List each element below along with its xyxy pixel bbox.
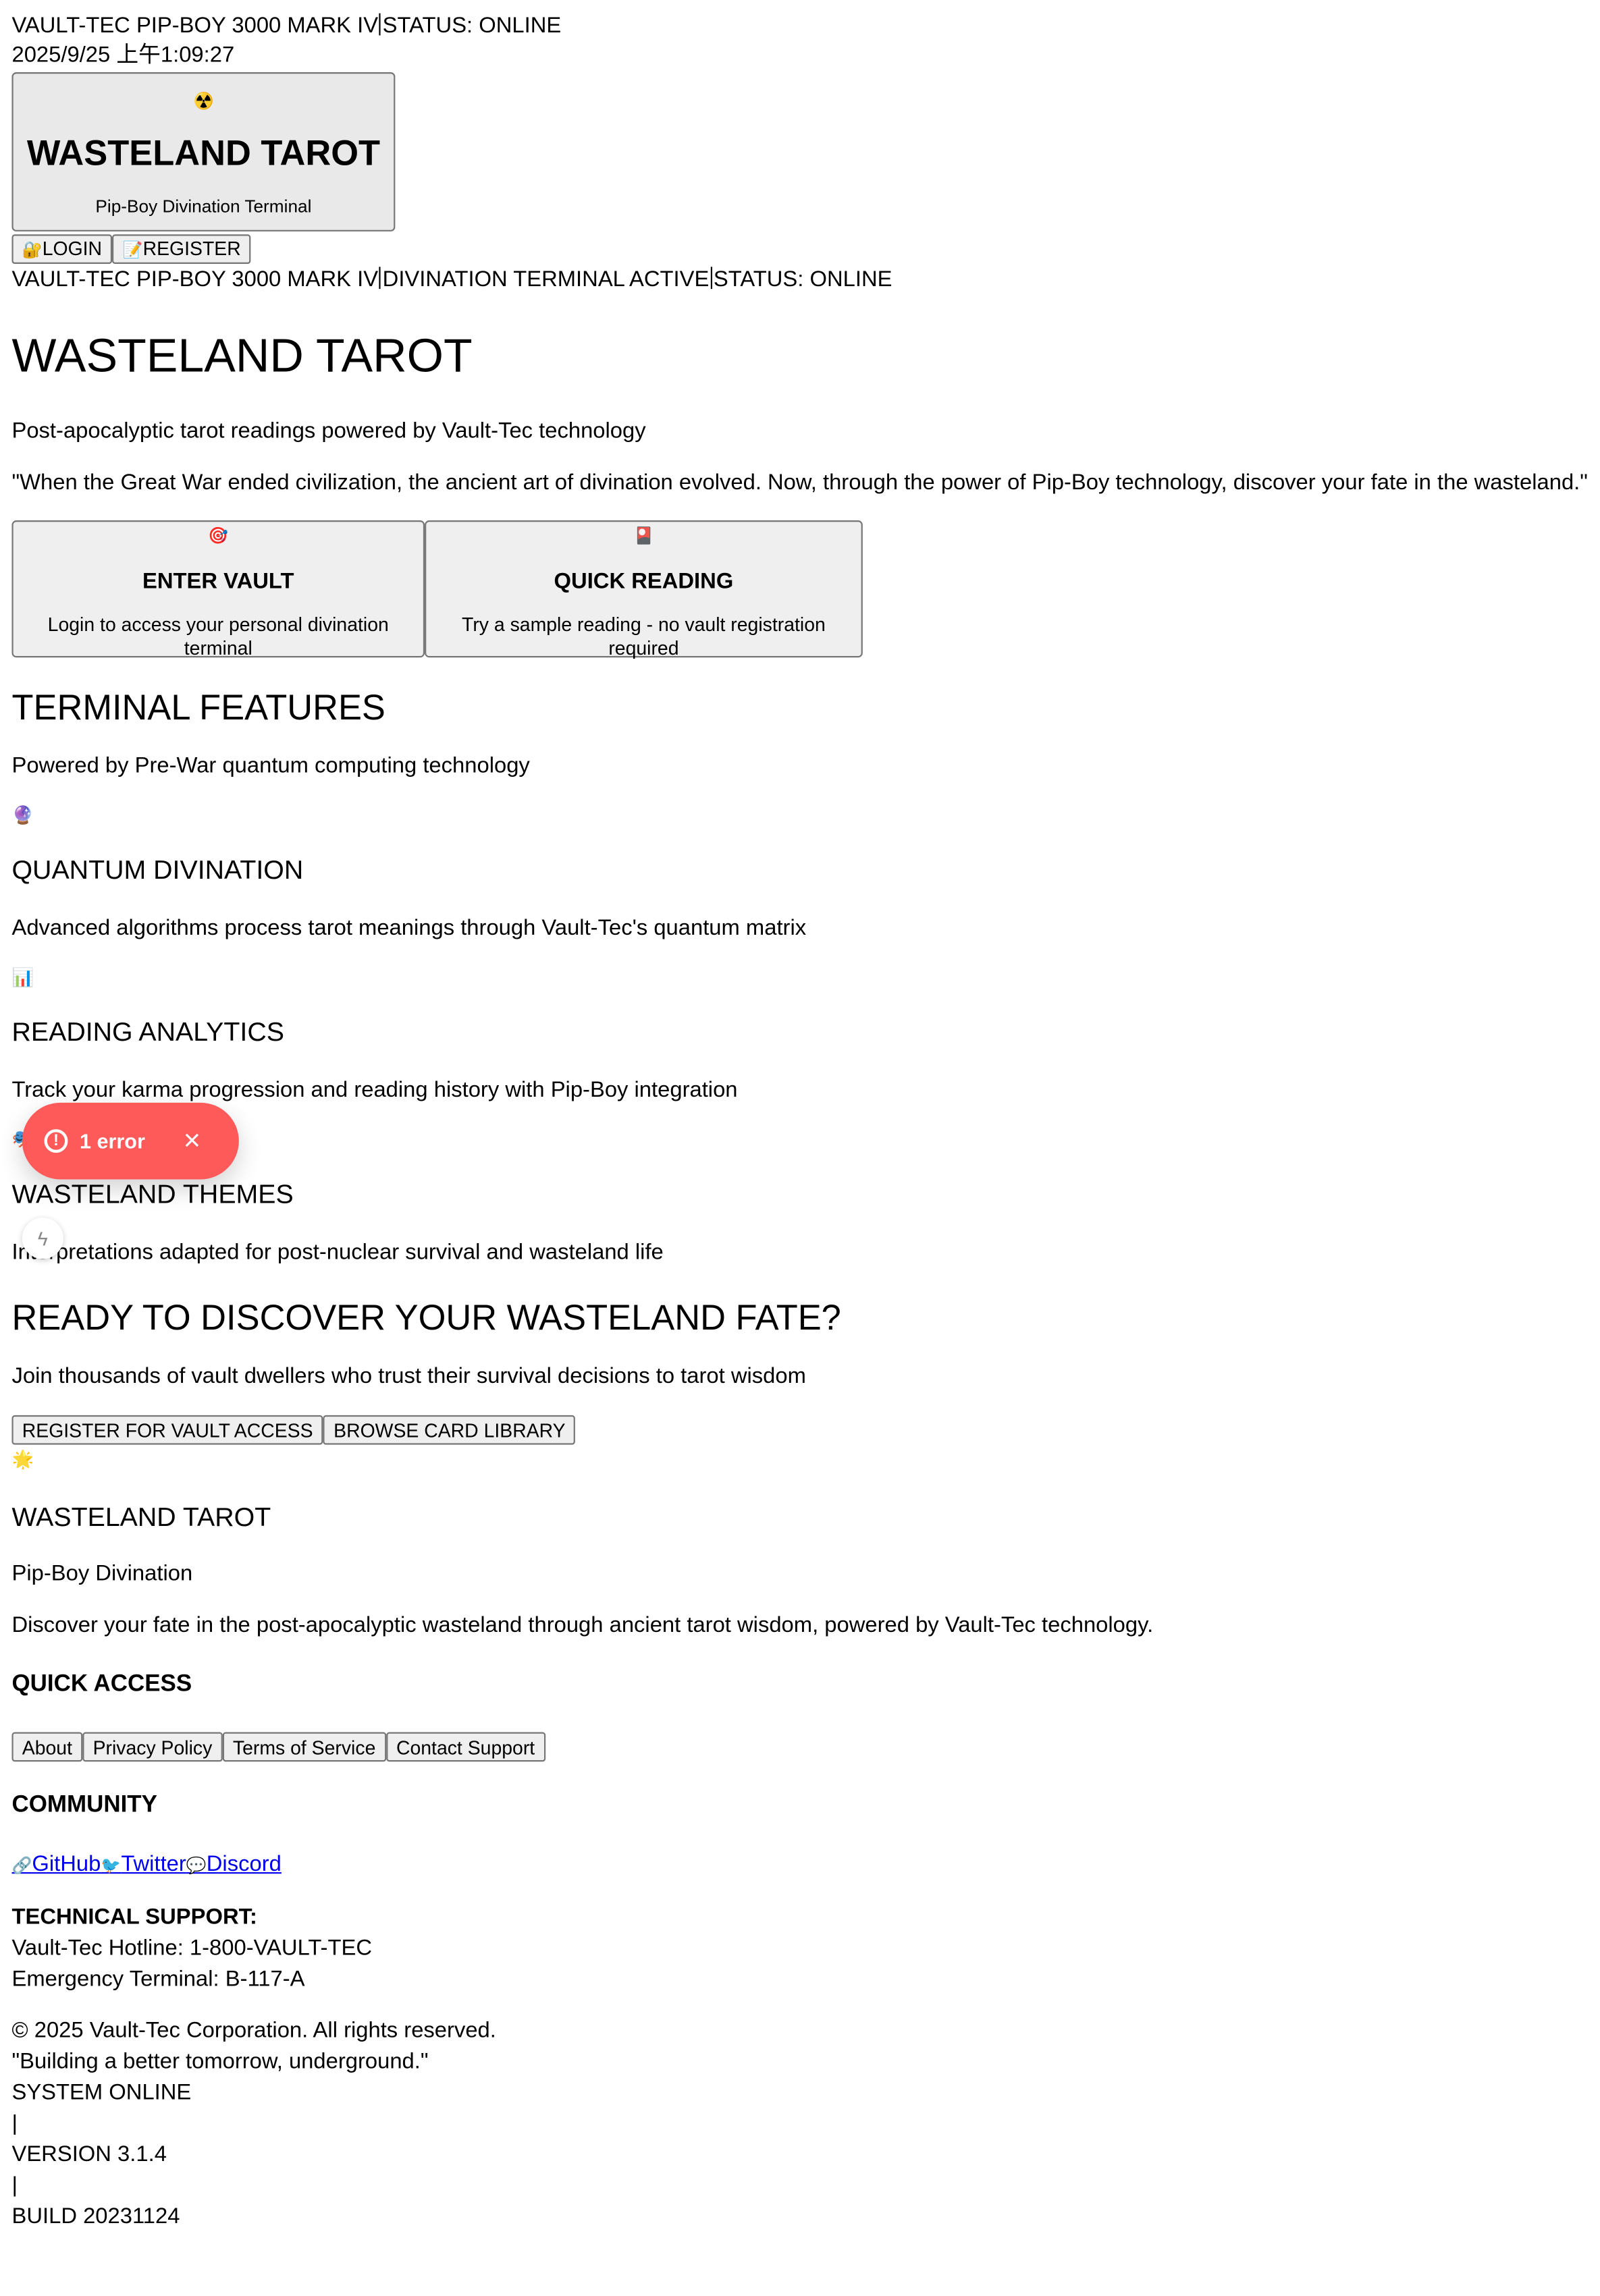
link-icon: 🔗 xyxy=(11,1857,32,1876)
logo-title: WASTELAND TAROT xyxy=(26,134,381,174)
enter-vault-button[interactable]: 🎯 ENTER VAULT Login to access your perso… xyxy=(11,520,425,659)
bolt-icon[interactable]: ϟ xyxy=(22,1218,63,1259)
technical-support: TECHNICAL SUPPORT: Vault-Tec Hotline: 1-… xyxy=(11,1903,1588,1994)
error-icon: ! xyxy=(44,1129,68,1153)
feature-title: QUANTUM DIVINATION xyxy=(11,854,304,885)
footer-brand-sub: Pip-Boy Divination xyxy=(11,1561,193,1587)
contact-support-link[interactable]: Contact Support xyxy=(385,1732,545,1762)
motto: "Building a better tomorrow, underground… xyxy=(11,2049,429,2075)
twitter-label: Twitter xyxy=(121,1851,186,1877)
terminal-status: STATUS: ONLINE xyxy=(713,267,892,292)
footer: 🌟 WASTELAND TAROT Pip-Boy Divination Dis… xyxy=(11,1445,1588,2232)
terminal-status-bar: VAULT-TEC PIP-BOY 3000 MARK IV DIVINATION… xyxy=(11,265,1588,295)
enter-vault-title: ENTER VAULT xyxy=(142,569,294,595)
bar-chart-icon: 📊 xyxy=(11,966,34,988)
ready-title: READY TO DISCOVER YOUR WASTELAND FATE? xyxy=(11,1299,841,1339)
footer-brand: WASTELAND TAROT xyxy=(11,1502,271,1532)
register-label: REGISTER xyxy=(142,237,241,260)
hero-tagline: Post-apocalyptic tarot readings powered … xyxy=(11,418,646,444)
ready-subtitle: Join thousands of vault dwellers who tru… xyxy=(11,1363,806,1389)
system-status: STATUS: ONLINE xyxy=(382,13,562,38)
about-link[interactable]: About xyxy=(11,1732,83,1762)
footer-divider: | xyxy=(11,2172,18,2198)
crystal-ball-icon: 🔮 xyxy=(11,804,34,826)
features-title: TERMINAL FEATURES xyxy=(11,688,385,729)
support-emergency: Emergency Terminal: B-117-A xyxy=(11,1966,305,1992)
feature-desc: Advanced algorithms process tarot meanin… xyxy=(11,915,807,941)
login-label: LOGIN xyxy=(42,237,103,260)
enter-vault-subtitle: Login to access your personal divination… xyxy=(47,613,389,659)
system-online: SYSTEM ONLINE xyxy=(11,2080,192,2106)
status-separator xyxy=(379,13,381,36)
radiation-icon: ☢️ xyxy=(193,92,214,111)
feature-desc: Track your karma progression and reading… xyxy=(11,1077,738,1103)
terminal-system-name: VAULT-TEC PIP-BOY 3000 MARK IV xyxy=(11,267,379,292)
register-button[interactable]: 📝REGISTER xyxy=(112,234,252,264)
footer-divider: | xyxy=(11,2110,18,2137)
close-icon[interactable]: × xyxy=(184,1126,201,1156)
quick-reading-title: QUICK READING xyxy=(554,569,734,595)
quick-reading-button[interactable]: 🎴 QUICK READING Try a sample reading - n… xyxy=(425,520,863,659)
terms-of-service-link[interactable]: Terms of Service xyxy=(222,1732,386,1762)
hero-title: WASTELAND TAROT xyxy=(11,329,473,382)
copyright: © 2025 Vault-Tec Corporation. All rights… xyxy=(11,2018,496,2044)
feature-item: 🎭 WASTELAND THEMES Interpretations adapt… xyxy=(11,1128,1588,1268)
star-icon: 🌟 xyxy=(11,1449,34,1470)
quick-access-links: About Privacy Policy Terms of Service Conta… xyxy=(11,1732,1588,1762)
datetime: 2025/9/25 上午1:09:27 xyxy=(11,43,235,68)
target-icon: 🎯 xyxy=(208,527,229,546)
hero-quote: "When the Great War ended civilization, … xyxy=(11,470,1588,495)
terminal-separator-2 xyxy=(710,267,712,290)
quick-access-title: QUICK ACCESS xyxy=(11,1671,192,1697)
footer-bottom: © 2025 Vault-Tec Corporation. All rights… xyxy=(11,2017,1588,2232)
card-icon: 🎴 xyxy=(633,527,654,546)
build: BUILD 20231124 xyxy=(11,2204,180,2229)
features-subtitle: Powered by Pre-War quantum computing tec… xyxy=(11,753,530,779)
theater-masks-icon: 🎭 xyxy=(11,1128,1588,1151)
top-status-bar: VAULT-TEC PIP-BOY 3000 MARK IV STATUS: ON… xyxy=(11,11,1588,41)
system-name: VAULT-TEC PIP-BOY 3000 MARK IV xyxy=(11,13,379,38)
community-links: 🔗GitHub🐦Twitter💬Discord xyxy=(11,1850,1588,1881)
twitter-link[interactable]: 🐦Twitter xyxy=(101,1851,186,1876)
github-link[interactable]: 🔗GitHub xyxy=(11,1851,101,1876)
version: VERSION 3.1.4 xyxy=(11,2141,167,2167)
speech-bubble-icon: 💬 xyxy=(186,1857,207,1876)
register-vault-access-button[interactable]: REGISTER FOR VAULT ACCESS xyxy=(11,1415,323,1445)
auth-buttons: 🔐LOGIN 📝REGISTER xyxy=(11,234,1588,264)
feature-title: WASTELAND THEMES xyxy=(11,1179,294,1209)
feature-desc: Interpretations adapted for post-nuclear… xyxy=(11,1239,664,1265)
feature-item: 🔮 QUANTUM DIVINATION Advanced algorithms… xyxy=(11,803,1588,944)
terminal-separator-1 xyxy=(379,267,381,290)
bird-icon: 🐦 xyxy=(101,1857,122,1876)
discord-label: Discord xyxy=(206,1851,282,1877)
support-title: TECHNICAL SUPPORT: xyxy=(11,1905,257,1930)
support-hotline: Vault-Tec Hotline: 1-800-VAULT-TEC xyxy=(11,1935,373,1961)
community-title: COMMUNITY xyxy=(11,1793,157,1818)
error-toast[interactable]: ! 1 error × xyxy=(22,1102,239,1180)
error-count: 1 error xyxy=(79,1129,145,1153)
footer-description: Discover your fate in the post-apocalypt… xyxy=(11,1612,1154,1638)
memo-icon: 📝 xyxy=(122,242,143,260)
page-root: VAULT-TEC PIP-BOY 3000 MARK IV STATUS: ON… xyxy=(0,0,1600,2232)
lock-icon: 🔐 xyxy=(22,242,43,260)
github-label: GitHub xyxy=(32,1851,101,1877)
logo-subtitle: Pip-Boy Divination Terminal xyxy=(95,196,312,217)
terminal-active: DIVINATION TERMINAL ACTIVE xyxy=(382,267,710,292)
quick-reading-subtitle: Try a sample reading - no vault registra… xyxy=(462,613,826,659)
logo-button[interactable]: ☢️ WASTELAND TAROT Pip-Boy Divination Te… xyxy=(11,72,396,231)
browse-card-library-button[interactable]: BROWSE CARD LIBRARY xyxy=(323,1415,576,1445)
discord-link[interactable]: 💬Discord xyxy=(186,1851,282,1876)
feature-title: READING ANALYTICS xyxy=(11,1017,284,1047)
ready-buttons: REGISTER FOR VAULT ACCESS BROWSE CARD LIB… xyxy=(11,1415,1588,1445)
privacy-policy-link[interactable]: Privacy Policy xyxy=(82,1732,223,1762)
cta-buttons: 🎯 ENTER VAULT Login to access your perso… xyxy=(11,520,1588,659)
feature-item: 📊 READING ANALYTICS Track your karma pro… xyxy=(11,966,1588,1106)
login-button[interactable]: 🔐LOGIN xyxy=(11,234,113,264)
